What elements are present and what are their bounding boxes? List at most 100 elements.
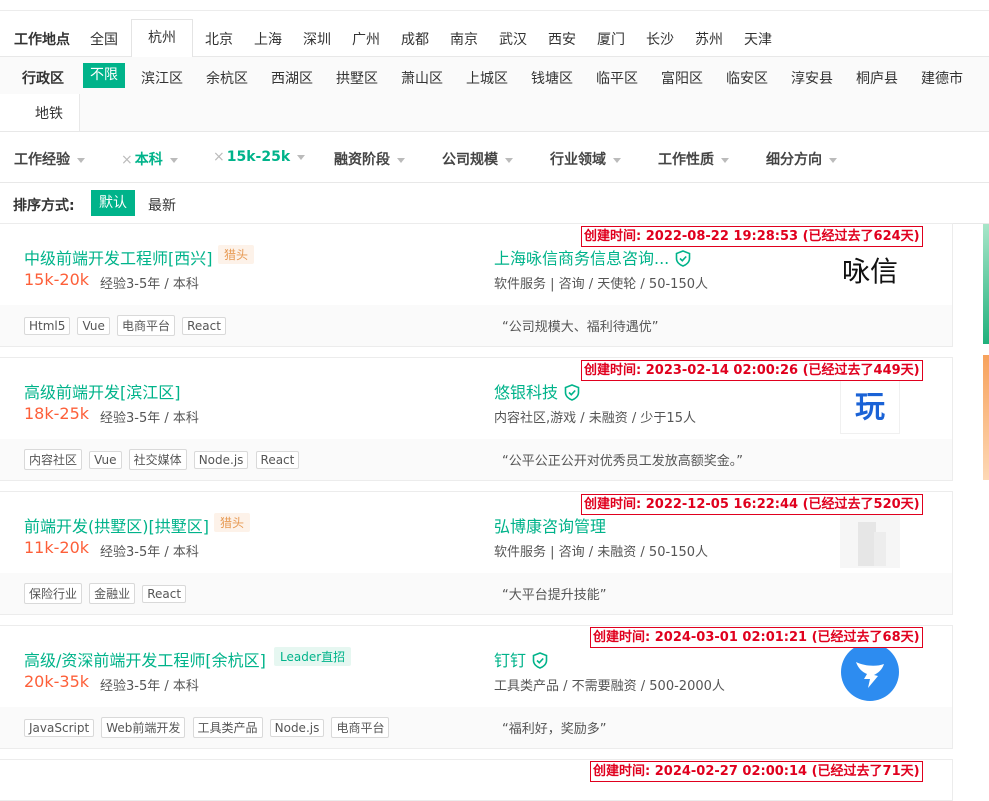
- filter-salary[interactable]: × 15k-25k: [213, 149, 306, 165]
- company-slogan: “大平台提升技能”: [502, 588, 607, 603]
- side-banner-green[interactable]: [983, 224, 989, 344]
- city-option[interactable]: 长沙: [646, 29, 674, 49]
- top-divider: [0, 10, 989, 11]
- skill-tag: 保险行业: [24, 583, 83, 604]
- created-time-label: 创建时间: 2024-02-27 02:00:14 (已经过去了71天): [590, 761, 923, 782]
- verified-shield-icon: [675, 250, 691, 267]
- skill-tag: 电商平台: [116, 315, 175, 336]
- district-option[interactable]: 拱墅区: [336, 68, 378, 88]
- district-option[interactable]: 滨江区: [141, 68, 183, 88]
- dingtalk-logo-icon: [841, 643, 899, 701]
- skill-tag: Node.js: [193, 451, 249, 469]
- city-option[interactable]: 武汉: [499, 29, 527, 49]
- filter-funding[interactable]: 融资阶段: [334, 149, 405, 169]
- district-option[interactable]: 临安区: [726, 68, 768, 88]
- verified-shield-icon: [564, 384, 580, 401]
- skill-tag: 金融业: [89, 583, 136, 604]
- chevron-down-icon: [169, 157, 178, 163]
- job-title[interactable]: 高级/资深前端开发工程师[余杭区]: [24, 647, 266, 671]
- company-slogan: “公司规模大、福利待遇优”: [502, 320, 659, 335]
- skill-tag: Vue: [77, 317, 110, 335]
- filter-dropdown-row: 工作经验 × 本科 × 15k-25k 融资阶段 公司规模 行业领域 工作性质 细分…: [0, 132, 989, 183]
- city-option-selected[interactable]: 杭州: [131, 19, 193, 58]
- company-name[interactable]: 弘博康咨询管理: [494, 513, 606, 537]
- job-card-footer: Html5 Vue 电商平台 React “公司规模大、福利待遇优”: [0, 305, 952, 346]
- city-option[interactable]: 西安: [548, 29, 576, 49]
- district-label: 行政区: [22, 71, 64, 87]
- company-info: 工具类产品 / 不需要融资 / 500-2000人: [494, 679, 725, 694]
- sort-row: 排序方式: 默认 最新: [0, 183, 989, 224]
- district-option-selected[interactable]: 不限: [83, 63, 125, 88]
- district-option[interactable]: 富阳区: [661, 68, 703, 88]
- clear-icon[interactable]: ×: [121, 152, 133, 168]
- district-option[interactable]: 钱塘区: [531, 68, 573, 88]
- company-info: 软件服务 | 咨询 / 天使轮 / 50-150人: [494, 277, 708, 292]
- chevron-down-icon: [505, 157, 513, 163]
- job-tag: 猎头: [214, 513, 251, 532]
- building-placeholder-icon: [840, 508, 900, 568]
- filter-industry[interactable]: 行业领域: [550, 149, 621, 169]
- clear-icon[interactable]: ×: [213, 149, 225, 165]
- skill-tags: 保险行业 金融业 React: [24, 583, 188, 604]
- city-option[interactable]: 成都: [401, 29, 429, 49]
- company-logo[interactable]: [840, 508, 900, 568]
- company-logo[interactable]: [840, 642, 900, 702]
- job-requirements: 经验3-5年 / 本科: [100, 679, 199, 694]
- district-option[interactable]: 淳安县: [791, 68, 833, 88]
- city-option[interactable]: 苏州: [695, 29, 723, 49]
- skill-tag: Web前端开发: [101, 717, 186, 738]
- company-name[interactable]: 上海咏信商务信息咨询...: [494, 245, 691, 269]
- company-info: 内容社区,游戏 / 未融资 / 少于15人: [494, 411, 696, 426]
- company-name[interactable]: 钉钉: [494, 647, 548, 671]
- job-salary: 20k-35k: [24, 672, 90, 691]
- company-slogan: “福利好，奖励多”: [502, 722, 607, 737]
- district-option[interactable]: 桐庐县: [856, 68, 898, 88]
- company-logo[interactable]: 玩: [840, 374, 900, 434]
- company-logo[interactable]: 咏信: [840, 240, 900, 300]
- city-option[interactable]: 天津: [744, 29, 772, 49]
- skill-tag: React: [255, 451, 300, 469]
- district-option[interactable]: 临平区: [596, 68, 638, 88]
- chevron-down-icon: [829, 157, 837, 163]
- location-filter-row: 工作地点 全国 杭州 北京 上海 深圳 广州 成都 南京 武汉 西安 厦门 长沙…: [0, 18, 989, 58]
- city-option[interactable]: 深圳: [303, 29, 331, 49]
- sort-label: 排序方式:: [13, 198, 75, 214]
- city-option[interactable]: 上海: [254, 29, 282, 49]
- chevron-down-icon: [721, 157, 729, 163]
- filter-job-type[interactable]: 工作性质: [658, 149, 729, 169]
- district-option[interactable]: 余杭区: [206, 68, 248, 88]
- job-title[interactable]: 前端开发(拱墅区)[拱墅区]: [24, 513, 209, 537]
- city-option[interactable]: 南京: [450, 29, 478, 49]
- city-option[interactable]: 全国: [90, 29, 118, 49]
- sort-default-button[interactable]: 默认: [91, 190, 135, 216]
- city-option[interactable]: 厦门: [597, 29, 625, 49]
- district-option[interactable]: 上城区: [466, 68, 508, 88]
- chevron-down-icon: [77, 157, 85, 163]
- city-option[interactable]: 北京: [205, 29, 233, 49]
- side-banner-orange[interactable]: [983, 355, 989, 480]
- filter-education[interactable]: × 本科: [121, 149, 178, 169]
- company-name[interactable]: 悠银科技: [494, 379, 580, 403]
- job-salary: 11k-20k: [24, 538, 90, 557]
- district-option[interactable]: 萧山区: [401, 68, 443, 88]
- job-card-footer: JavaScript Web前端开发 工具类产品 Node.js 电商平台 “福…: [0, 707, 952, 748]
- district-option[interactable]: 建德市: [921, 68, 963, 88]
- city-option[interactable]: 广州: [352, 29, 380, 49]
- skill-tag: 内容社区: [24, 449, 83, 470]
- filter-sub-direction[interactable]: 细分方向: [766, 149, 837, 169]
- job-salary: 18k-25k: [24, 404, 90, 423]
- sort-newest-button[interactable]: 最新: [148, 195, 176, 215]
- job-tag: Leader直招: [274, 647, 352, 666]
- job-requirements: 经验3-5年 / 本科: [100, 277, 199, 292]
- skill-tag: JavaScript: [24, 719, 95, 737]
- created-time-label: 创建时间: 2023-02-14 02:00:26 (已经过去了449天): [581, 360, 923, 381]
- filter-experience[interactable]: 工作经验: [14, 149, 85, 169]
- district-filter-row: 行政区 不限 滨江区 余杭区 西湖区 拱墅区 萧山区 上城区 钱塘区 临平区 富…: [0, 57, 989, 132]
- job-title[interactable]: 中级前端开发工程师[西兴]: [24, 245, 213, 269]
- subway-label: 地铁: [35, 106, 63, 122]
- filter-company-size[interactable]: 公司规模: [442, 149, 513, 169]
- skill-tag: 工具类产品: [192, 717, 263, 738]
- job-title[interactable]: 高级前端开发[滨江区]: [24, 379, 181, 403]
- subway-tab[interactable]: 地铁: [0, 94, 80, 131]
- district-option[interactable]: 西湖区: [271, 68, 313, 88]
